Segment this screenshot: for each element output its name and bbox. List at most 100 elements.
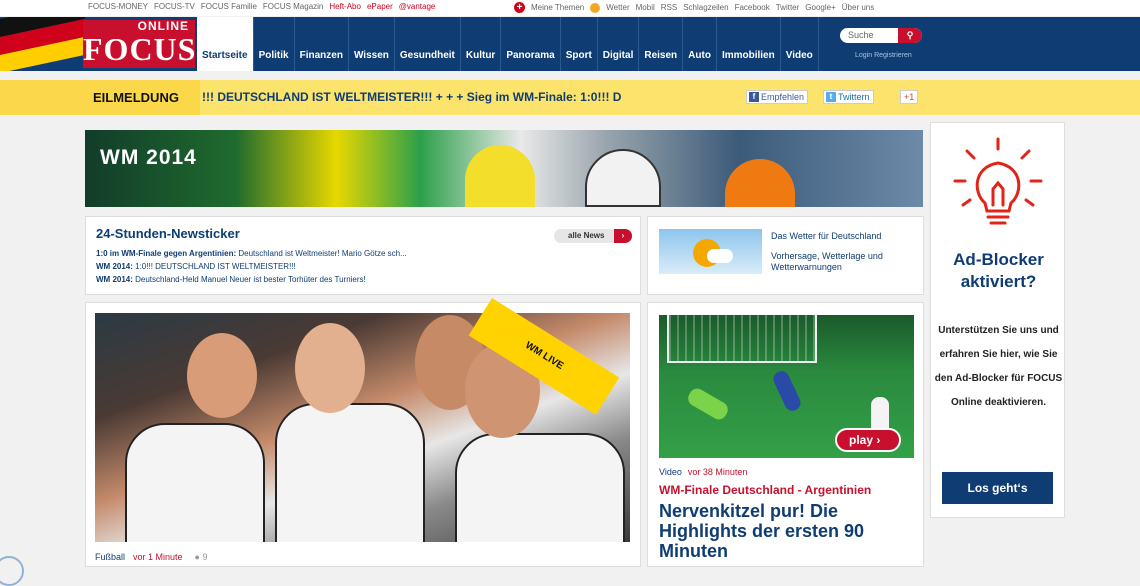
video-thumbnail[interactable]: play ›	[659, 315, 914, 458]
feature-category[interactable]: Fußball	[95, 552, 125, 562]
nav-auto[interactable]: Auto	[683, 17, 717, 71]
ticker-item[interactable]: 1:0 im WM-Finale gegen Argentinien: Deut…	[96, 249, 407, 258]
nav-politik[interactable]: Politik	[254, 17, 295, 71]
link-ueber-uns[interactable]: Über uns	[842, 3, 874, 12]
search-placeholder: Suche	[848, 30, 874, 40]
link-rss[interactable]: RSS	[661, 3, 677, 12]
search-input[interactable]: Suche ⚲	[840, 28, 922, 43]
comment-count[interactable]: 9	[203, 552, 208, 562]
site-header: ONLINE FOCUS Startseite Politik Finanzen…	[0, 17, 1140, 71]
player-head	[295, 323, 365, 413]
nav-startseite[interactable]: Startseite	[197, 17, 254, 71]
adblocker-title: Ad-Blocker aktiviert?	[953, 250, 1044, 291]
nav-reisen[interactable]: Reisen	[639, 17, 684, 71]
player-jersey	[125, 423, 265, 542]
adblocker-cta-button[interactable]: Los geht‘s	[942, 472, 1053, 504]
video-headline[interactable]: Nervenkitzel pur! Die Highlights der ers…	[659, 501, 899, 561]
play-button[interactable]: play ›	[835, 428, 901, 452]
germany-flag-graphic	[0, 17, 85, 71]
feature-time: vor 1 Minute	[133, 552, 183, 562]
play-label: play	[849, 433, 874, 447]
facebook-share-label: Empfehlen	[761, 92, 805, 102]
google-plus-button[interactable]: +1	[900, 90, 919, 104]
ticker-item[interactable]: WM 2014: Deutschland-Held Manuel Neuer i…	[96, 275, 366, 284]
breaking-text[interactable]: !!! DEUTSCHLAND IST WELTMEISTER!!! + + +…	[202, 90, 712, 104]
weather-title[interactable]: Das Wetter für Deutschland	[771, 231, 881, 241]
twitter-icon: t	[826, 92, 836, 102]
nav-wissen[interactable]: Wissen	[349, 17, 395, 71]
adblocker-notice: Ad-Blocker aktiviert? Unterstützen Sie u…	[930, 122, 1065, 518]
search-icon: ⚲	[906, 30, 914, 40]
all-news-button[interactable]: alle News ›	[554, 229, 632, 243]
player-image	[725, 159, 795, 207]
feature-meta: Fußball vor 1 Minute ● 9	[95, 552, 208, 562]
ticker-item-text: Deutschland-Held Manuel Neuer ist bester…	[132, 275, 366, 284]
nav-immobilien[interactable]: Immobilien	[717, 17, 781, 71]
video-label[interactable]: Video	[659, 467, 682, 477]
twitter-share-button[interactable]: t Twittern	[823, 90, 874, 104]
ticker-item-topic: WM 2014:	[96, 262, 133, 271]
link-heft-abo[interactable]: Heft-Abo	[329, 2, 361, 11]
ticker-item-text: Deutschland ist Weltmeister! Mario Götze…	[236, 249, 407, 258]
login-register-link[interactable]: Login Registrieren	[855, 52, 912, 59]
video-time: vor 38 Minuten	[687, 467, 748, 477]
video-kicker[interactable]: WM-Finale Deutschland - Argentinien	[659, 483, 871, 497]
player-jersey	[455, 433, 625, 542]
player-image	[585, 149, 661, 207]
logo-focus-text: FOCUS	[83, 31, 197, 67]
link-focus-familie[interactable]: FOCUS Familie	[201, 2, 257, 11]
goalkeeper	[685, 385, 731, 423]
feedback-circle-icon[interactable]	[0, 556, 24, 586]
link-vantage[interactable]: @vantage	[399, 2, 436, 11]
main-navigation: Startseite Politik Finanzen Wissen Gesun…	[197, 17, 819, 71]
utility-bar: FOCUS-MONEY FOCUS-TV FOCUS Familie FOCUS…	[0, 0, 1140, 16]
focus-online-logo[interactable]: ONLINE FOCUS	[83, 20, 195, 68]
weather-card[interactable]: Das Wetter für Deutschland Vorhersage, W…	[647, 216, 924, 295]
link-epaper[interactable]: ePaper	[367, 2, 393, 11]
newsticker-title: 24-Stunden-Newsticker	[96, 226, 240, 241]
ticker-item-topic: 1:0 im WM-Finale gegen Argentinien:	[96, 249, 237, 258]
search-button[interactable]: ⚲	[898, 28, 922, 43]
newsticker-card: 24-Stunden-Newsticker alle News › 1:0 im…	[85, 216, 641, 295]
chevron-right-icon: ›	[876, 433, 881, 447]
banner-title: WM 2014	[100, 146, 197, 169]
link-facebook[interactable]: Facebook	[735, 3, 770, 12]
plus-icon: +	[514, 2, 525, 13]
facebook-share-button[interactable]: f Empfehlen	[746, 90, 809, 104]
ticker-item-topic: WM 2014:	[96, 275, 133, 284]
nav-kultur[interactable]: Kultur	[461, 17, 502, 71]
link-google-plus[interactable]: Google+	[805, 3, 835, 12]
nav-finanzen[interactable]: Finanzen	[295, 17, 349, 71]
google-plus-label: +1	[904, 92, 915, 102]
goal-net	[667, 315, 817, 363]
nav-gesundheit[interactable]: Gesundheit	[395, 17, 461, 71]
nav-sport[interactable]: Sport	[561, 17, 598, 71]
link-schlagzeilen[interactable]: Schlagzeilen	[683, 3, 728, 12]
link-twitter[interactable]: Twitter	[776, 3, 800, 12]
video-card: play › Video vor 38 Minuten WM-Finale Deu…	[647, 302, 924, 567]
nav-digital[interactable]: Digital	[598, 17, 640, 71]
wm-2014-banner[interactable]: WM 2014	[85, 130, 923, 207]
player-figure	[770, 368, 804, 414]
comment-icon: ●	[194, 552, 200, 562]
player-image	[465, 145, 535, 207]
link-wetter[interactable]: Wetter	[606, 3, 629, 12]
nav-panorama[interactable]: Panorama	[501, 17, 561, 71]
all-news-label: alle News	[568, 231, 605, 240]
link-focus-magazin[interactable]: FOCUS Magazin	[263, 2, 323, 11]
link-focus-money[interactable]: FOCUS-MONEY	[88, 2, 148, 11]
link-focus-tv[interactable]: FOCUS-TV	[154, 2, 195, 11]
nav-video[interactable]: Video	[781, 17, 819, 71]
ticker-item-text: 1:0!!! DEUTSCHLAND IST WELTMEISTER!!!	[132, 262, 296, 271]
breaking-news-bar: EILMELDUNG !!! DEUTSCHLAND IST WELTMEIST…	[0, 80, 1140, 115]
link-mobil[interactable]: Mobil	[636, 3, 655, 12]
adblocker-text: Unterstützen Sie uns und erfahren Sie hi…	[934, 325, 1063, 408]
twitter-share-label: Twittern	[838, 92, 870, 102]
cloud-icon	[707, 249, 733, 263]
ticker-item[interactable]: WM 2014: 1:0!!! DEUTSCHLAND IST WELTMEIS…	[96, 262, 296, 271]
chevron-right-icon: ›	[614, 229, 632, 243]
link-meine-themen[interactable]: Meine Themen	[531, 3, 584, 12]
player-head	[187, 333, 257, 418]
utility-links-right: + Meine Themen Wetter Mobil RSS Schlagze…	[514, 2, 874, 13]
weather-image	[659, 229, 762, 274]
